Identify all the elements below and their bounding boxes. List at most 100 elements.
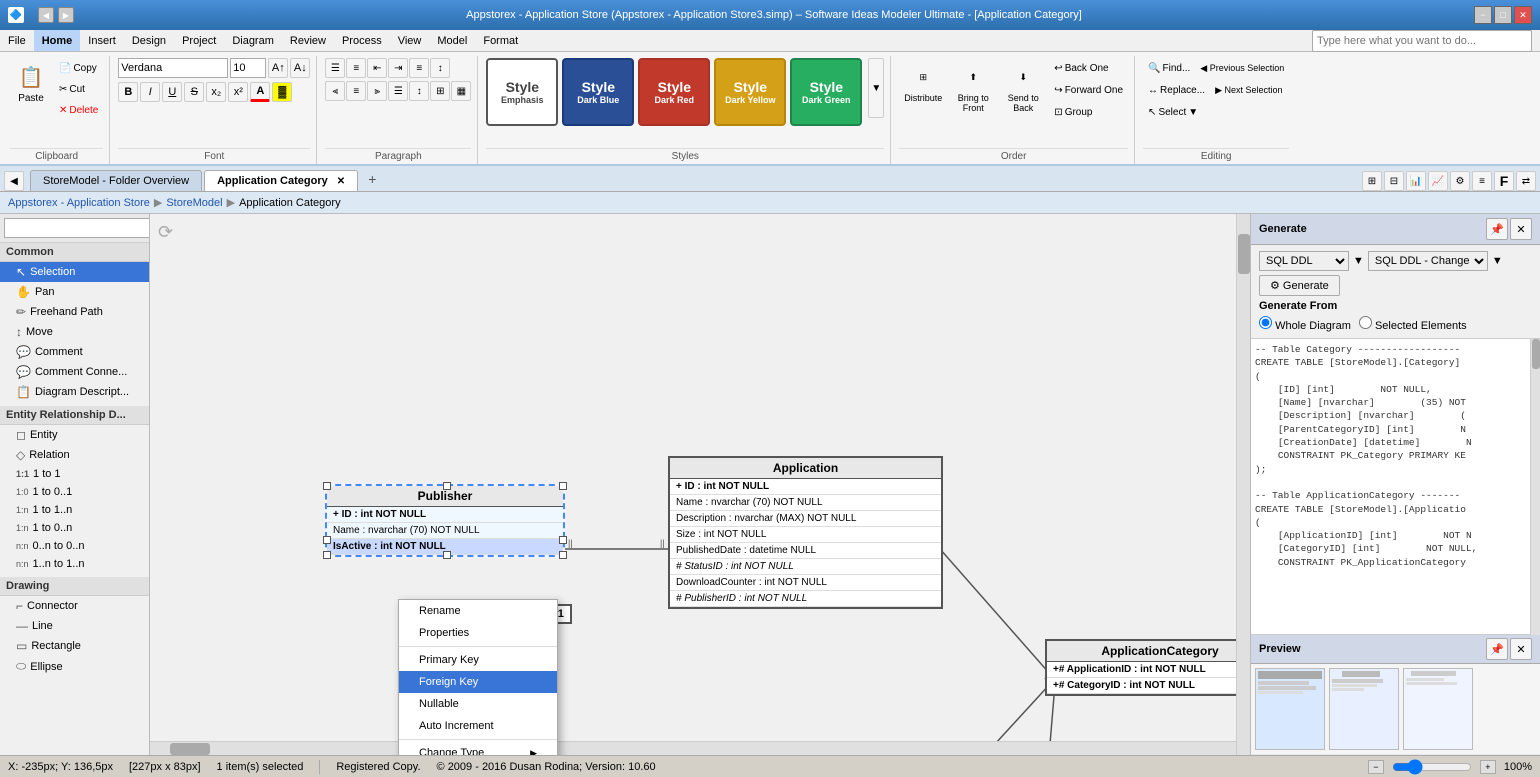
send-to-back-btn[interactable]: ⬇ Send to Back: [999, 58, 1047, 116]
forward-one-btn[interactable]: ↪ Forward One: [1049, 80, 1128, 100]
canvas-vscroll[interactable]: [1236, 214, 1250, 755]
menu-process[interactable]: Process: [334, 30, 390, 51]
hscroll-thumb[interactable]: [170, 743, 210, 755]
align-extra-btn[interactable]: ≡: [409, 58, 429, 78]
font-color-btn[interactable]: A: [250, 82, 270, 102]
code-output[interactable]: -- Table Category ------------------ CRE…: [1251, 339, 1530, 635]
indent-more-btn[interactable]: ⇥: [388, 58, 408, 78]
panel-item-comment[interactable]: 💬 Comment: [0, 342, 149, 362]
select-dropdown-btn[interactable]: ↖ Select ▼: [1143, 102, 1203, 122]
group-btn[interactable]: ⊡ Group: [1049, 102, 1128, 122]
diag-tool4[interactable]: 📈: [1428, 171, 1448, 191]
preview-close-btn[interactable]: ✕: [1510, 638, 1532, 660]
diag-tool6[interactable]: ≡: [1472, 171, 1492, 191]
styles-more-btn[interactable]: ▼: [868, 58, 884, 118]
tab-close-icon[interactable]: ✕: [337, 176, 345, 187]
diag-tool3[interactable]: 📊: [1406, 171, 1426, 191]
bring-to-front-btn[interactable]: ⬆ Bring to Front: [949, 58, 997, 116]
handle-mr[interactable]: [559, 536, 567, 544]
generate-pin-btn[interactable]: 📌: [1486, 218, 1508, 240]
style-darkred-btn[interactable]: Style Dark Red: [638, 58, 710, 126]
window-controls[interactable]: − □ ✕: [1474, 6, 1532, 24]
ddl-type-select[interactable]: SQL DDL: [1259, 251, 1349, 271]
border-btn[interactable]: ⊞: [430, 81, 450, 101]
diag-tool1[interactable]: ⊞: [1362, 171, 1382, 191]
delete-btn[interactable]: ✕ Delete: [54, 100, 103, 120]
ddl-changes-select[interactable]: SQL DDL - Changes: [1368, 251, 1488, 271]
panel-item-1to1n[interactable]: 1:n 1 to 1..n: [0, 501, 149, 519]
style-emphasis-btn[interactable]: Style Emphasis: [486, 58, 558, 126]
handle-bl[interactable]: [323, 551, 331, 559]
ctx-auto-increment[interactable]: Auto Increment: [399, 715, 557, 737]
align-justify-btn[interactable]: ☰: [388, 81, 408, 101]
panel-item-relation[interactable]: ◇ Relation: [0, 445, 149, 465]
style-darkgreen-btn[interactable]: Style Dark Green: [790, 58, 862, 126]
menu-format[interactable]: Format: [475, 30, 526, 51]
panel-item-diagram-desc[interactable]: 📋 Diagram Descript...: [0, 382, 149, 402]
title-bar-controls[interactable]: ◀ ▶: [38, 7, 74, 23]
fwd-btn[interactable]: ▶: [58, 7, 74, 23]
style-darkblue-btn[interactable]: Style Dark Blue: [562, 58, 634, 126]
ctx-properties[interactable]: Properties: [399, 622, 557, 644]
diag-tool8[interactable]: ⇄: [1516, 171, 1536, 191]
panel-item-freehand[interactable]: ✏ Freehand Path: [0, 302, 149, 322]
panel-item-selection[interactable]: ↖ Selection: [0, 262, 149, 282]
menu-review[interactable]: Review: [282, 30, 334, 51]
cut-btn[interactable]: ✂ Cut: [54, 79, 103, 99]
shading-btn[interactable]: ▦: [451, 81, 471, 101]
vscroll-thumb[interactable]: [1238, 234, 1250, 274]
diag-tool7[interactable]: F: [1494, 171, 1514, 191]
code-scroll-thumb[interactable]: [1532, 339, 1540, 369]
whole-diagram-radio[interactable]: [1259, 316, 1272, 329]
menu-project[interactable]: Project: [174, 30, 224, 51]
ctx-primary-key[interactable]: Primary Key: [399, 649, 557, 671]
zoom-slider[interactable]: [1392, 761, 1472, 773]
menu-view[interactable]: View: [390, 30, 430, 51]
menu-home[interactable]: Home: [34, 30, 81, 51]
maximize-btn[interactable]: □: [1494, 6, 1512, 24]
left-search-input[interactable]: [4, 218, 150, 238]
handle-ml[interactable]: [323, 536, 331, 544]
code-vscroll[interactable]: [1530, 339, 1540, 635]
zoom-in-btn[interactable]: +: [1480, 760, 1496, 774]
menu-file[interactable]: File: [0, 30, 34, 51]
align-center-btn[interactable]: ≡: [346, 81, 366, 101]
tab-add-btn[interactable]: +: [360, 167, 384, 191]
back-btn[interactable]: ◀: [38, 7, 54, 23]
tab-appcategory[interactable]: Application Category ✕: [204, 170, 358, 191]
align-left-btn[interactable]: ⫷: [325, 81, 345, 101]
selected-elements-radio[interactable]: [1359, 316, 1372, 329]
panel-item-0nto0n[interactable]: n:n 0..n to 0..n: [0, 537, 149, 555]
canvas-hscroll[interactable]: [150, 741, 1236, 755]
publisher-entity[interactable]: Publisher + ID : int NOT NULL Name : nva…: [325, 484, 565, 557]
bold-btn[interactable]: B: [118, 82, 138, 102]
replace-btn[interactable]: ↔ Replace... ▶ Next Selection: [1143, 80, 1287, 100]
handle-br[interactable]: [559, 551, 567, 559]
menu-model[interactable]: Model: [429, 30, 475, 51]
copy-btn[interactable]: 📄 Copy: [54, 58, 103, 78]
preview-thumb-3[interactable]: [1403, 668, 1473, 750]
handle-tr[interactable]: [559, 482, 567, 490]
whole-diagram-label[interactable]: Whole Diagram: [1259, 316, 1351, 332]
canvas-area[interactable]: ⟳ || ||: [150, 214, 1250, 755]
ctx-nullable[interactable]: Nullable: [399, 693, 557, 715]
font-family-input[interactable]: [118, 58, 228, 78]
ctx-foreign-key[interactable]: Foreign Key: [399, 671, 557, 693]
diag-tool5[interactable]: ⚙: [1450, 171, 1470, 191]
application-entity[interactable]: Application + ID : int NOT NULL Name : n…: [668, 456, 943, 609]
panel-item-connector[interactable]: ⌐ Connector: [0, 596, 149, 616]
strike-btn[interactable]: S: [184, 82, 204, 102]
panel-item-line[interactable]: — Line: [0, 616, 149, 636]
tab-storemodel[interactable]: StoreModel - Folder Overview: [30, 170, 202, 191]
font-size-inc-btn[interactable]: A↑: [268, 58, 288, 78]
list-btn[interactable]: ☰: [325, 58, 345, 78]
ctx-rename[interactable]: Rename: [399, 600, 557, 622]
handle-tc[interactable]: [443, 482, 451, 490]
font-size-dec-btn[interactable]: A↓: [290, 58, 310, 78]
diag-tool2[interactable]: ⊟: [1384, 171, 1404, 191]
menu-insert[interactable]: Insert: [80, 30, 124, 51]
sort-btn[interactable]: ↕: [430, 58, 450, 78]
generate-btn[interactable]: ⚙ Generate: [1259, 275, 1340, 296]
ctx-change-type[interactable]: Change Type ▶: [399, 742, 557, 755]
panel-item-rectangle[interactable]: ▭ Rectangle: [0, 636, 149, 656]
